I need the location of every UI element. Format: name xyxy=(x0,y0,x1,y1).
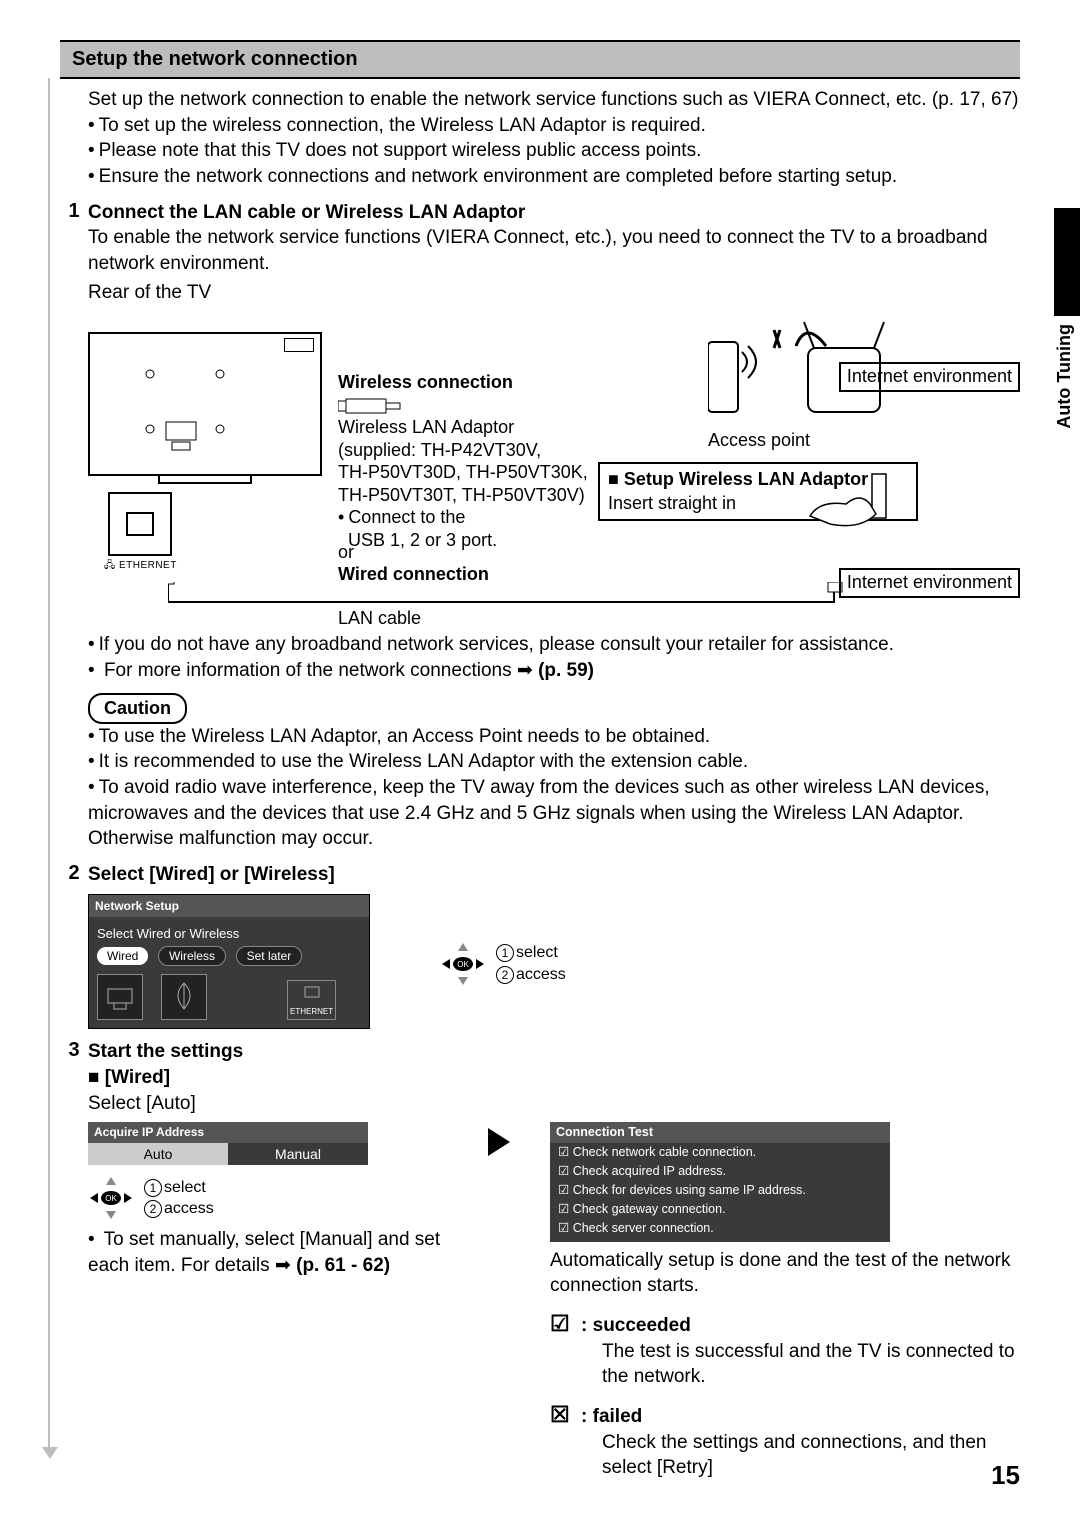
insert-hand-icon xyxy=(800,470,910,530)
svg-text:OK: OK xyxy=(457,960,469,969)
network-setup-osd: Network Setup Select Wired or Wireless W… xyxy=(88,894,370,1030)
step-2-title: Select [Wired] or [Wireless] xyxy=(88,862,1020,888)
step-2-number: 2 xyxy=(60,862,88,885)
osd-wireless-button[interactable]: Wireless xyxy=(158,946,226,966)
intro-text: Set up the network connection to enable … xyxy=(88,87,1020,113)
intro-bullet-1: To set up the wireless connection, the W… xyxy=(88,113,706,139)
conn-item-5: Check server connection. xyxy=(550,1219,890,1238)
margin-guide-arrow xyxy=(42,1447,58,1459)
connection-test-osd: Connection Test Check network cable conn… xyxy=(550,1122,890,1241)
step-1-number: 1 xyxy=(60,200,88,223)
osd-title: Network Setup xyxy=(89,895,369,917)
rear-of-tv-label: Rear of the TV xyxy=(88,280,1020,306)
ip-osd-title: Acquire IP Address xyxy=(88,1122,368,1142)
arrow-right-icon xyxy=(488,1128,510,1156)
caution-bullet-3: To avoid radio wave interference, keep t… xyxy=(88,775,1020,826)
conn-test-title: Connection Test xyxy=(550,1122,890,1143)
osd-lan-icon xyxy=(97,974,143,1020)
conn-item-1: Check network cable connection. xyxy=(550,1143,890,1162)
osd-wired-button[interactable]: Wired xyxy=(97,947,148,965)
step-1-desc: To enable the network service functions … xyxy=(88,225,1020,276)
osd-prompt: Select Wired or Wireless xyxy=(97,925,361,943)
caution-bullet-3b: Otherwise malfunction may occur. xyxy=(88,826,1020,852)
setup-wlan-box: ■ Setup Wireless LAN Adaptor Insert stra… xyxy=(598,462,918,521)
section-title: Setup the network connection xyxy=(60,40,1020,79)
caution-label: Caution xyxy=(88,693,187,723)
step1-after-bullet-2: For more information of the network conn… xyxy=(88,658,594,684)
conn-item-2: Check acquired IP address. xyxy=(550,1162,890,1181)
lan-cable-line xyxy=(168,582,938,612)
osd-wifi-icon xyxy=(161,974,207,1020)
intro-bullet-2: Please note that this TV does not suppor… xyxy=(88,138,701,164)
ip-manual-option[interactable]: Manual xyxy=(228,1143,368,1166)
auto-done-text: Automatically setup is done and the test… xyxy=(550,1248,1020,1299)
step1-after-bullet-1: If you do not have any broadband network… xyxy=(88,632,894,658)
step-3-title: Start the settings xyxy=(88,1039,1020,1065)
osd-ethernet-icon: ETHERNET xyxy=(287,980,336,1021)
internet-env-box-1: Internet environment xyxy=(839,362,1020,392)
caution-bullet-2: It is recommended to use the Wireless LA… xyxy=(88,749,748,775)
failed-desc: Check the settings and connections, and … xyxy=(602,1430,1020,1481)
succeeded-desc: The test is successful and the TV is con… xyxy=(602,1339,1020,1390)
ethernet-label: 🖧 ETHERNET xyxy=(104,558,177,575)
conn-item-4: Check gateway connection. xyxy=(550,1200,890,1219)
failed-icon: ☒ xyxy=(550,1402,570,1427)
manual-note: To set manually, select [Manual] and set… xyxy=(88,1227,448,1278)
select-auto-label: Select [Auto] xyxy=(88,1091,1020,1117)
or-label: or xyxy=(338,542,354,563)
svg-text:OK: OK xyxy=(105,1194,117,1203)
dpad-icon: OK xyxy=(440,941,486,987)
step-3-number: 3 xyxy=(60,1039,88,1062)
internet-env-box-2: Internet environment xyxy=(839,568,1020,598)
usb-adaptor-icon xyxy=(338,398,408,414)
dpad-icon-2: OK xyxy=(88,1175,134,1221)
ethernet-port-zoom xyxy=(108,492,172,556)
margin-guide-line xyxy=(48,78,50,1451)
wired-label: [Wired] xyxy=(105,1067,170,1088)
osd-setlater-button[interactable]: Set later xyxy=(236,946,303,966)
tv-ports-icon xyxy=(90,334,320,474)
caution-bullet-1: To use the Wireless LAN Adaptor, an Acce… xyxy=(88,724,710,750)
tv-rear-illustration xyxy=(88,332,322,476)
ip-auto-option[interactable]: Auto xyxy=(88,1143,228,1166)
succeeded-label: : succeeded xyxy=(581,1315,691,1336)
access-point-icon xyxy=(708,312,798,422)
connection-diagram: 🖧 ETHERNET Wireless connection Wireless … xyxy=(88,312,1020,632)
tv-stand-icon xyxy=(158,474,252,484)
conn-item-3: Check for devices using same IP address. xyxy=(550,1181,890,1200)
access-point-label: Access point xyxy=(708,430,810,451)
page-number: 15 xyxy=(991,1460,1020,1491)
failed-label: : failed xyxy=(581,1406,642,1427)
wireless-connection-title: Wireless connection xyxy=(338,372,513,393)
acquire-ip-osd: Acquire IP Address Auto Manual xyxy=(88,1122,368,1165)
intro-bullet-3: Ensure the network connections and netwo… xyxy=(88,164,897,190)
step-1-title: Connect the LAN cable or Wireless LAN Ad… xyxy=(88,200,1020,226)
dpad-instructions: OK 1select 2access xyxy=(440,941,566,987)
lan-cable-label: LAN cable xyxy=(338,608,421,629)
dpad-instructions-2: OK 1select 2access xyxy=(88,1175,448,1221)
succeeded-icon: ☑ xyxy=(550,1311,570,1336)
